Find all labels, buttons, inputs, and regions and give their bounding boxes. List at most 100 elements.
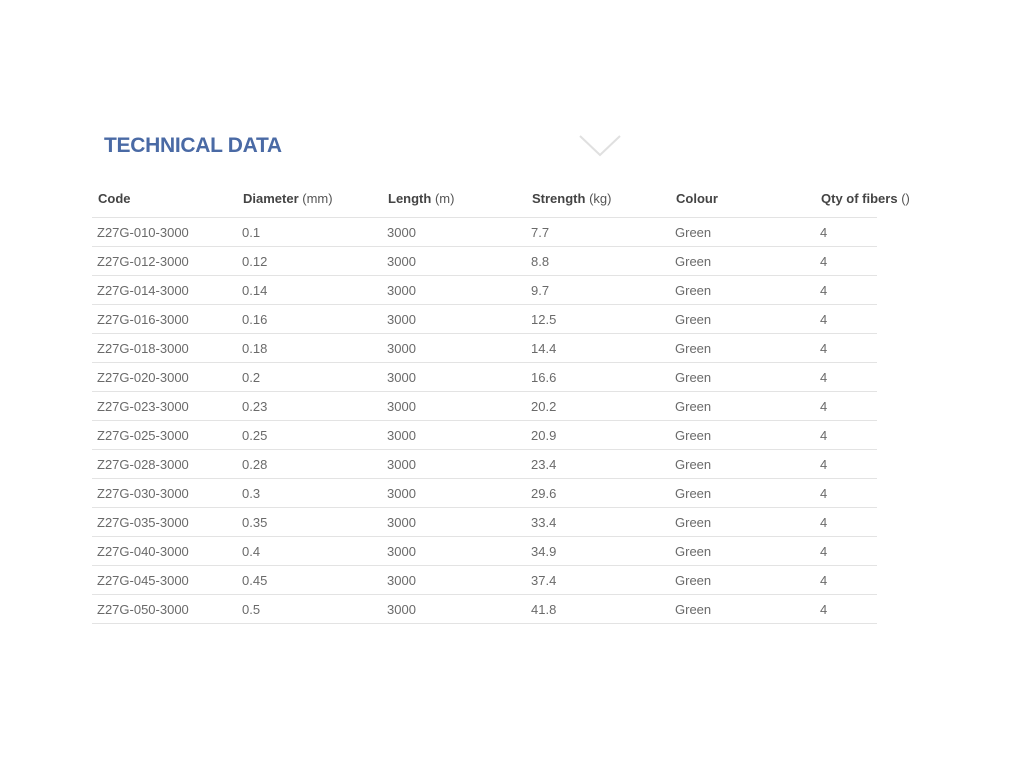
- cell-code: Z27G-018-3000: [92, 333, 237, 363]
- cell-length: 3000: [382, 304, 526, 334]
- cell-strength: 8.8: [526, 246, 670, 276]
- cell-strength: 37.4: [526, 565, 670, 595]
- cell-qty-of-fibers: 4: [815, 217, 877, 247]
- cell-diameter: 0.35: [237, 507, 382, 537]
- cell-colour: Green: [670, 594, 815, 624]
- cell-qty-of-fibers: 4: [815, 449, 877, 479]
- cell-colour: Green: [670, 333, 815, 363]
- column-header-diameter: Diameter (mm): [237, 180, 382, 218]
- column-label: Code: [98, 191, 131, 206]
- table-row: Z27G-050-3000 0.5 3000 41.8 Green 4: [92, 594, 877, 624]
- cell-strength: 29.6: [526, 478, 670, 508]
- cell-length: 3000: [382, 536, 526, 566]
- cell-diameter: 0.14: [237, 275, 382, 305]
- cell-code: Z27G-012-3000: [92, 246, 237, 276]
- column-label: Length: [388, 191, 432, 206]
- cell-code: Z27G-030-3000: [92, 478, 237, 508]
- table-row: Z27G-016-3000 0.16 3000 12.5 Green 4: [92, 304, 877, 334]
- cell-diameter: 0.23: [237, 391, 382, 421]
- cell-colour: Green: [670, 536, 815, 566]
- cell-colour: Green: [670, 246, 815, 276]
- column-label: Qty of fibers: [821, 191, 898, 206]
- cell-qty-of-fibers: 4: [815, 420, 877, 450]
- table-row: Z27G-020-3000 0.2 3000 16.6 Green 4: [92, 362, 877, 392]
- cell-strength: 20.2: [526, 391, 670, 421]
- table-row: Z27G-012-3000 0.12 3000 8.8 Green 4: [92, 246, 877, 276]
- cell-strength: 14.4: [526, 333, 670, 363]
- cell-code: Z27G-014-3000: [92, 275, 237, 305]
- column-header-length: Length (m): [382, 180, 526, 218]
- cell-diameter: 0.25: [237, 420, 382, 450]
- cell-diameter: 0.45: [237, 565, 382, 595]
- column-header-qty-of-fibers: Qty of fibers (): [815, 180, 910, 218]
- cell-colour: Green: [670, 275, 815, 305]
- cell-length: 3000: [382, 362, 526, 392]
- cell-colour: Green: [670, 565, 815, 595]
- cell-strength: 12.5: [526, 304, 670, 334]
- technical-data-table: Code Diameter (mm) Length (m) Strength (…: [92, 180, 910, 624]
- column-header-code: Code: [92, 180, 237, 218]
- table-row: Z27G-023-3000 0.23 3000 20.2 Green 4: [92, 391, 877, 421]
- cell-qty-of-fibers: 4: [815, 246, 877, 276]
- cell-qty-of-fibers: 4: [815, 391, 877, 421]
- cell-colour: Green: [670, 478, 815, 508]
- cell-length: 3000: [382, 217, 526, 247]
- table-row: Z27G-025-3000 0.25 3000 20.9 Green 4: [92, 420, 877, 450]
- cell-length: 3000: [382, 246, 526, 276]
- cell-diameter: 0.3: [237, 478, 382, 508]
- cell-length: 3000: [382, 478, 526, 508]
- column-header-colour: Colour: [670, 180, 815, 218]
- cell-colour: Green: [670, 449, 815, 479]
- cell-colour: Green: [670, 420, 815, 450]
- cell-code: Z27G-035-3000: [92, 507, 237, 537]
- cell-diameter: 0.16: [237, 304, 382, 334]
- cell-strength: 33.4: [526, 507, 670, 537]
- chevron-down-icon[interactable]: [579, 134, 621, 158]
- cell-strength: 20.9: [526, 420, 670, 450]
- cell-qty-of-fibers: 4: [815, 333, 877, 363]
- cell-diameter: 0.12: [237, 246, 382, 276]
- column-label: Strength: [532, 191, 586, 206]
- table-row: Z27G-045-3000 0.45 3000 37.4 Green 4: [92, 565, 877, 595]
- cell-qty-of-fibers: 4: [815, 478, 877, 508]
- cell-length: 3000: [382, 333, 526, 363]
- cell-qty-of-fibers: 4: [815, 536, 877, 566]
- cell-strength: 16.6: [526, 362, 670, 392]
- cell-diameter: 0.2: [237, 362, 382, 392]
- cell-qty-of-fibers: 4: [815, 507, 877, 537]
- cell-code: Z27G-028-3000: [92, 449, 237, 479]
- cell-code: Z27G-025-3000: [92, 420, 237, 450]
- cell-diameter: 0.5: [237, 594, 382, 624]
- cell-strength: 34.9: [526, 536, 670, 566]
- cell-code: Z27G-045-3000: [92, 565, 237, 595]
- cell-length: 3000: [382, 420, 526, 450]
- column-header-strength: Strength (kg): [526, 180, 670, 218]
- cell-colour: Green: [670, 507, 815, 537]
- cell-diameter: 0.18: [237, 333, 382, 363]
- cell-qty-of-fibers: 4: [815, 275, 877, 305]
- cell-strength: 41.8: [526, 594, 670, 624]
- column-unit: (mm): [302, 191, 333, 206]
- cell-diameter: 0.4: [237, 536, 382, 566]
- cell-code: Z27G-010-3000: [92, 217, 237, 247]
- column-unit: (m): [434, 191, 455, 206]
- column-unit: (): [901, 191, 910, 206]
- cell-strength: 9.7: [526, 275, 670, 305]
- cell-code: Z27G-040-3000: [92, 536, 237, 566]
- cell-code: Z27G-016-3000: [92, 304, 237, 334]
- cell-length: 3000: [382, 594, 526, 624]
- cell-diameter: 0.1: [237, 217, 382, 247]
- table-row: Z27G-028-3000 0.28 3000 23.4 Green 4: [92, 449, 877, 479]
- cell-length: 3000: [382, 391, 526, 421]
- table-row: Z27G-030-3000 0.3 3000 29.6 Green 4: [92, 478, 877, 508]
- cell-qty-of-fibers: 4: [815, 362, 877, 392]
- cell-length: 3000: [382, 565, 526, 595]
- cell-colour: Green: [670, 362, 815, 392]
- table-row: Z27G-018-3000 0.18 3000 14.4 Green 4: [92, 333, 877, 363]
- cell-length: 3000: [382, 507, 526, 537]
- cell-code: Z27G-050-3000: [92, 594, 237, 624]
- cell-colour: Green: [670, 304, 815, 334]
- table-header-row: Code Diameter (mm) Length (m) Strength (…: [92, 180, 910, 218]
- cell-qty-of-fibers: 4: [815, 594, 877, 624]
- column-label: Diameter: [243, 191, 299, 206]
